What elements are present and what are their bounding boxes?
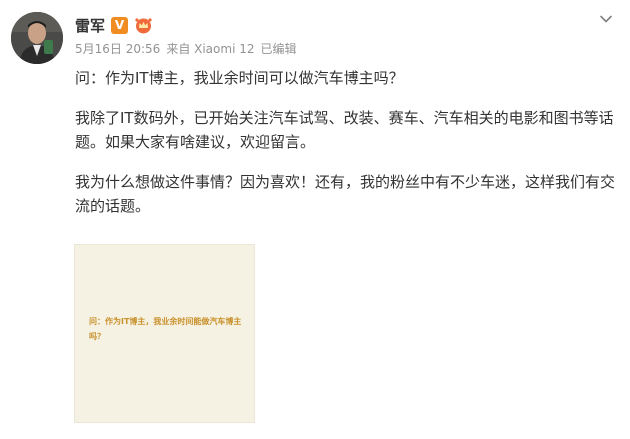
edited-label[interactable]: 已编辑 — [261, 42, 297, 56]
author-name[interactable]: 雷军 — [75, 15, 105, 36]
post-source: 来自 Xiaomi 12 — [166, 42, 255, 56]
avatar-image — [11, 12, 63, 64]
post-text: 问：作为IT博主，我业余时间可以做汽车博主吗？ 我除了IT数码外，已开始关注汽车… — [75, 66, 615, 234]
post-paragraph-reason: 我为什么想做这件事情？因为喜欢！还有，我的粉丝中有不少车迷，这样我们有交流的话题… — [75, 173, 616, 215]
author-row: 雷军 V — [75, 14, 153, 36]
member-crown-icon[interactable] — [134, 17, 153, 34]
avatar[interactable] — [11, 12, 63, 64]
post-image-caption: 问：作为IT博主，我业余时间能做汽车博主吗？ — [89, 317, 242, 341]
post-image[interactable]: 问：作为IT博主，我业余时间能做汽车博主吗？ — [74, 244, 255, 423]
post-meta: 5月16日 20:56 来自 Xiaomi 12 已编辑 — [75, 40, 303, 57]
post-paragraph-question: 问：作为IT博主，我业余时间可以做汽车博主吗？ — [75, 69, 404, 87]
post-timestamp[interactable]: 5月16日 20:56 — [75, 42, 160, 56]
post-paragraph-interests: 我除了IT数码外，已开始关注汽车试驾、改装、赛车、汽车相关的电影和图书等话题。如… — [75, 109, 614, 151]
chevron-down-icon[interactable] — [597, 10, 615, 28]
verified-badge[interactable]: V — [111, 16, 129, 34]
weibo-post: 雷军 V 5月16日 20:56 来自 Xiaomi 12 已编辑 问：作为IT博主… — [0, 0, 630, 439]
